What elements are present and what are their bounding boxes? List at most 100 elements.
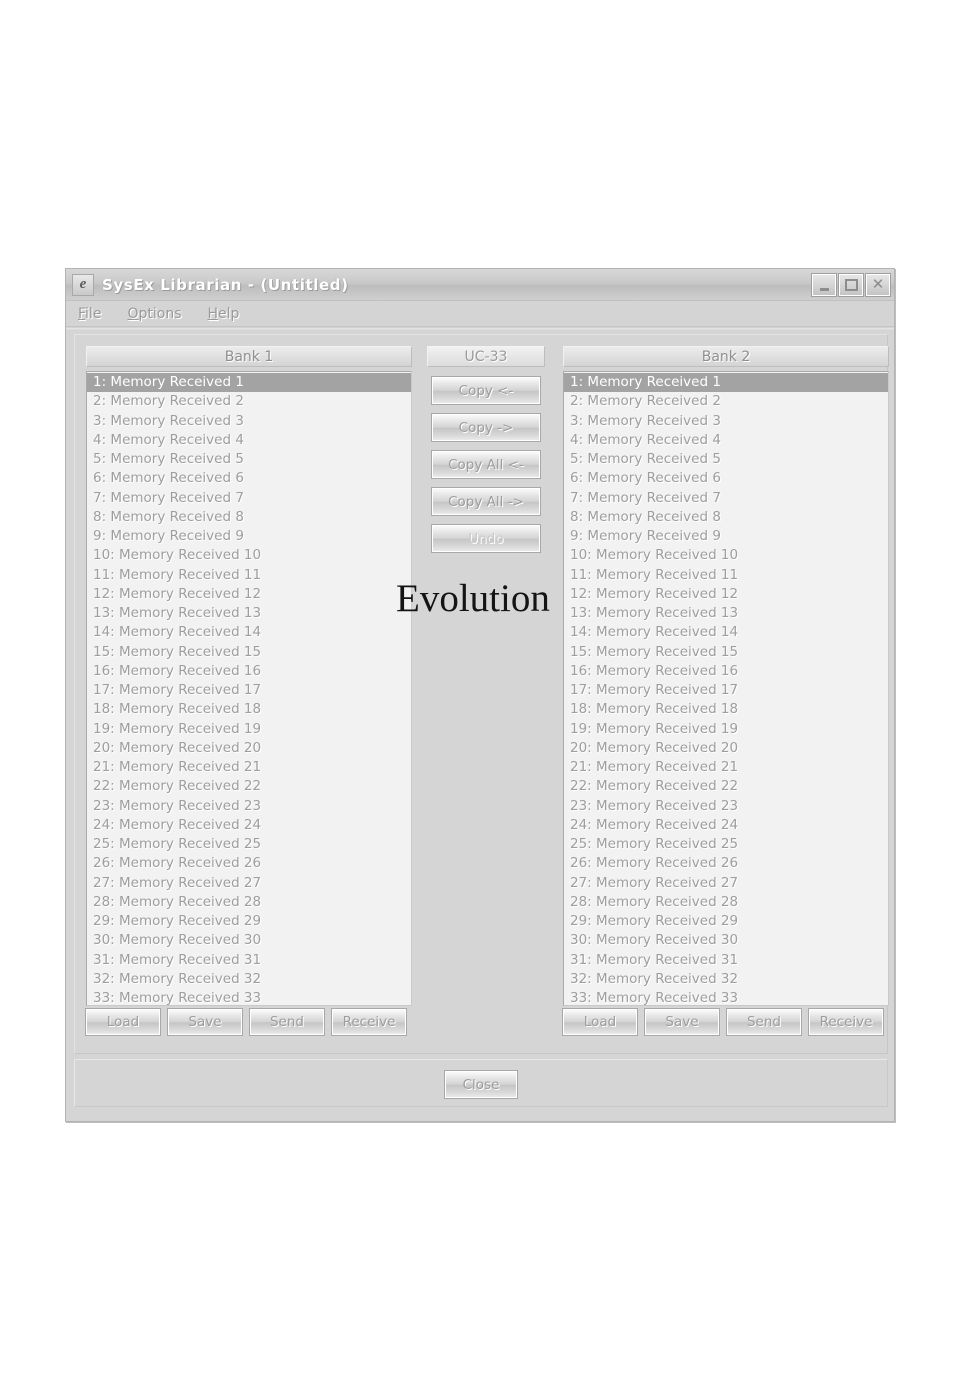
list-item[interactable]: 20: Memory Received 20 bbox=[87, 739, 411, 758]
receive-button[interactable]: Receive bbox=[331, 1008, 407, 1036]
list-item[interactable]: 30: Memory Received 30 bbox=[87, 931, 411, 950]
list-item[interactable]: 27: Memory Received 27 bbox=[564, 874, 888, 893]
list-item[interactable]: 2: Memory Received 2 bbox=[87, 392, 411, 411]
list-item[interactable]: 4: Memory Received 4 bbox=[564, 431, 888, 450]
list-item[interactable]: 33: Memory Received 33 bbox=[87, 989, 411, 1005]
list-item[interactable]: 7: Memory Received 7 bbox=[87, 489, 411, 508]
list-item[interactable]: 17: Memory Received 17 bbox=[564, 681, 888, 700]
list-item[interactable]: 20: Memory Received 20 bbox=[564, 739, 888, 758]
list-item[interactable]: 14: Memory Received 14 bbox=[564, 623, 888, 642]
main-panel: Bank 1 1: Memory Received 1 2: Memory Rec… bbox=[74, 334, 889, 1054]
list-item[interactable]: 13: Memory Received 13 bbox=[564, 604, 888, 623]
maximize-button[interactable] bbox=[838, 272, 864, 297]
list-item[interactable]: 29: Memory Received 29 bbox=[87, 912, 411, 931]
menu-item-help[interactable]: Help bbox=[207, 306, 239, 322]
menu-mnemonic: H bbox=[207, 305, 219, 322]
load-button[interactable]: Load bbox=[85, 1008, 161, 1036]
minimize-button[interactable] bbox=[811, 272, 837, 297]
save-button[interactable]: Save bbox=[644, 1008, 720, 1036]
list-item[interactable]: 31: Memory Received 31 bbox=[87, 951, 411, 970]
list-item[interactable]: 17: Memory Received 17 bbox=[87, 681, 411, 700]
list-item[interactable]: 28: Memory Received 28 bbox=[87, 893, 411, 912]
menu-item-file[interactable]: File bbox=[78, 306, 101, 322]
list-item[interactable]: 16: Memory Received 16 bbox=[564, 662, 888, 681]
list-item[interactable]: 5: Memory Received 5 bbox=[564, 450, 888, 469]
menu-label: elp bbox=[218, 305, 240, 322]
title-bar[interactable]: e SysEx Librarian - (Untitled) ✕ bbox=[66, 269, 894, 301]
list-item[interactable]: 19: Memory Received 19 bbox=[564, 720, 888, 739]
list-item[interactable]: 22: Memory Received 22 bbox=[87, 777, 411, 796]
bank-2-list[interactable]: 1: Memory Received 1 2: Memory Received 2… bbox=[563, 371, 889, 1006]
list-item[interactable]: 16: Memory Received 16 bbox=[87, 662, 411, 681]
send-button[interactable]: Send bbox=[249, 1008, 325, 1036]
bank-1-list[interactable]: 1: Memory Received 1 2: Memory Received 2… bbox=[86, 371, 412, 1006]
copy-right-button[interactable]: Copy -> bbox=[431, 413, 541, 442]
undo-button: Undo bbox=[431, 524, 541, 553]
evolution-e-icon: e bbox=[72, 273, 94, 296]
list-item[interactable]: 21: Memory Received 21 bbox=[87, 758, 411, 777]
sysex-librarian-window: e SysEx Librarian - (Untitled) ✕ File Op… bbox=[65, 268, 895, 1122]
list-item[interactable]: 32: Memory Received 32 bbox=[87, 970, 411, 989]
list-item[interactable]: 24: Memory Received 24 bbox=[87, 816, 411, 835]
list-item[interactable]: 21: Memory Received 21 bbox=[564, 758, 888, 777]
menu-item-options[interactable]: Options bbox=[127, 306, 181, 322]
list-item[interactable]: 25: Memory Received 25 bbox=[564, 835, 888, 854]
list-item[interactable]: 6: Memory Received 6 bbox=[564, 469, 888, 488]
list-item[interactable]: 27: Memory Received 27 bbox=[87, 874, 411, 893]
menu-label: ptions bbox=[138, 305, 182, 322]
list-item[interactable]: 3: Memory Received 3 bbox=[564, 412, 888, 431]
list-item[interactable]: 30: Memory Received 30 bbox=[564, 931, 888, 950]
footer-bar: Close bbox=[74, 1059, 888, 1107]
list-item[interactable]: 23: Memory Received 23 bbox=[564, 797, 888, 816]
copy-left-button[interactable]: Copy <- bbox=[431, 376, 541, 405]
list-item[interactable]: 23: Memory Received 23 bbox=[87, 797, 411, 816]
list-item[interactable]: 19: Memory Received 19 bbox=[87, 720, 411, 739]
save-button[interactable]: Save bbox=[167, 1008, 243, 1036]
list-item[interactable]: 25: Memory Received 25 bbox=[87, 835, 411, 854]
list-item[interactable]: 2: Memory Received 2 bbox=[564, 392, 888, 411]
send-button[interactable]: Send bbox=[726, 1008, 802, 1036]
list-item[interactable]: 24: Memory Received 24 bbox=[564, 816, 888, 835]
list-item[interactable]: 8: Memory Received 8 bbox=[564, 508, 888, 527]
list-item[interactable]: 14: Memory Received 14 bbox=[87, 623, 411, 642]
list-item[interactable]: 12: Memory Received 12 bbox=[87, 585, 411, 604]
list-item[interactable]: 31: Memory Received 31 bbox=[564, 951, 888, 970]
list-item[interactable]: 18: Memory Received 18 bbox=[564, 700, 888, 719]
close-button[interactable]: Close bbox=[444, 1070, 518, 1099]
list-item[interactable]: 9: Memory Received 9 bbox=[87, 527, 411, 546]
list-item[interactable]: 1: Memory Received 1 bbox=[87, 373, 411, 393]
list-item[interactable]: 32: Memory Received 32 bbox=[564, 970, 888, 989]
list-item[interactable]: 28: Memory Received 28 bbox=[564, 893, 888, 912]
list-item[interactable]: 15: Memory Received 15 bbox=[87, 643, 411, 662]
list-item[interactable]: 8: Memory Received 8 bbox=[87, 508, 411, 527]
close-window-button[interactable]: ✕ bbox=[865, 272, 891, 297]
list-item[interactable]: 7: Memory Received 7 bbox=[564, 489, 888, 508]
list-item[interactable]: 10: Memory Received 10 bbox=[564, 546, 888, 565]
window-title: SysEx Librarian - (Untitled) bbox=[102, 275, 349, 294]
list-item[interactable]: 22: Memory Received 22 bbox=[564, 777, 888, 796]
list-item[interactable]: 15: Memory Received 15 bbox=[564, 643, 888, 662]
copy-all-left-button[interactable]: Copy All <- bbox=[431, 450, 541, 479]
bank-1-header: Bank 1 bbox=[86, 346, 412, 367]
copy-all-right-button[interactable]: Copy All -> bbox=[431, 487, 541, 516]
list-item[interactable]: 3: Memory Received 3 bbox=[87, 412, 411, 431]
list-item[interactable]: 11: Memory Received 11 bbox=[564, 566, 888, 585]
load-button[interactable]: Load bbox=[562, 1008, 638, 1036]
list-item[interactable]: 33: Memory Received 33 bbox=[564, 989, 888, 1005]
list-item[interactable]: 1: Memory Received 1 bbox=[564, 373, 888, 393]
list-item[interactable]: 5: Memory Received 5 bbox=[87, 450, 411, 469]
list-item[interactable]: 29: Memory Received 29 bbox=[564, 912, 888, 931]
list-item[interactable]: 10: Memory Received 10 bbox=[87, 546, 411, 565]
receive-button[interactable]: Receive bbox=[808, 1008, 884, 1036]
list-item[interactable]: 12: Memory Received 12 bbox=[564, 585, 888, 604]
list-item[interactable]: 26: Memory Received 26 bbox=[564, 854, 888, 873]
client-area: Bank 1 1: Memory Received 1 2: Memory Rec… bbox=[66, 328, 894, 1121]
list-item[interactable]: 6: Memory Received 6 bbox=[87, 469, 411, 488]
list-item[interactable]: 13: Memory Received 13 bbox=[87, 604, 411, 623]
list-item[interactable]: 9: Memory Received 9 bbox=[564, 527, 888, 546]
list-item[interactable]: 18: Memory Received 18 bbox=[87, 700, 411, 719]
menu-mnemonic: F bbox=[78, 305, 86, 322]
list-item[interactable]: 26: Memory Received 26 bbox=[87, 854, 411, 873]
list-item[interactable]: 11: Memory Received 11 bbox=[87, 566, 411, 585]
list-item[interactable]: 4: Memory Received 4 bbox=[87, 431, 411, 450]
